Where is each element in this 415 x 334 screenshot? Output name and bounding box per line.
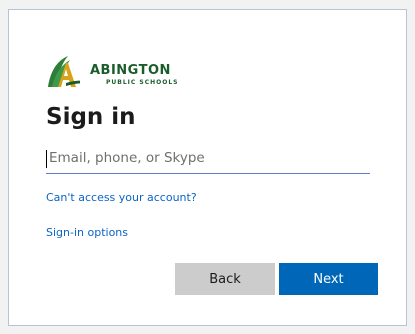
- school-logo: ABINGTON PUBLIC SCHOOLS: [46, 53, 186, 93]
- cant-access-account-link[interactable]: Can't access your account?: [46, 191, 197, 204]
- email-field-container: [46, 145, 370, 174]
- logo-subtitle-text: PUBLIC SCHOOLS: [106, 79, 179, 86]
- next-button[interactable]: Next: [279, 263, 378, 295]
- abington-a-logo-icon: [48, 56, 80, 87]
- email-field[interactable]: [46, 145, 366, 171]
- sign-in-options-link[interactable]: Sign-in options: [46, 226, 128, 239]
- logo-name-text: ABINGTON: [90, 63, 171, 78]
- text-caret: [46, 150, 47, 168]
- back-button[interactable]: Back: [175, 263, 275, 295]
- page-background: ABINGTON PUBLIC SCHOOLS Sign in Can't ac…: [0, 0, 415, 334]
- page-title: Sign in: [46, 104, 136, 130]
